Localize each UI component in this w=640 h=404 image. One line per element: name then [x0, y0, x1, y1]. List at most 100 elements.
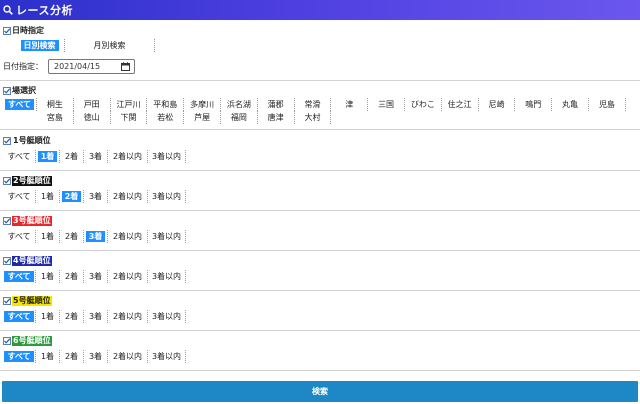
- rank-option[interactable]: 2着: [60, 230, 84, 243]
- venue-option[interactable]: 平和島: [147, 98, 185, 111]
- boat-section-label: 4号艇順位: [12, 256, 52, 266]
- venue-option[interactable]: 芦屋: [184, 111, 221, 124]
- venue-option-label: 常滑: [304, 100, 321, 109]
- rank-option[interactable]: 3着以内: [148, 310, 186, 323]
- rank-option[interactable]: 3着以内: [148, 230, 186, 243]
- boat-section-title: 6号艇順位: [3, 336, 52, 346]
- checkbox-icon: [3, 86, 11, 95]
- venue-option[interactable]: 住之江: [442, 98, 479, 111]
- rank-option[interactable]: 2着: [60, 350, 84, 363]
- rank-option[interactable]: 2着以内: [108, 350, 148, 363]
- rank-option-label: 3着以内: [151, 352, 182, 361]
- tab-date-mode[interactable]: 日別検索: [15, 39, 65, 52]
- venue-option[interactable]: 常滑: [295, 98, 332, 111]
- rank-option[interactable]: 3着: [84, 350, 108, 363]
- rank-option[interactable]: 2着: [60, 310, 84, 323]
- venue-row-1: すべて 桐生 戸田 江戸川 平和島 多摩川 浜名湖 蒲郡 常滑 津 三国 びわこ 住之江 尼崎 鳴門 丸亀 児島: [3, 98, 626, 111]
- date-input[interactable]: 2021/04/15: [48, 59, 135, 74]
- rank-option[interactable]: 1着: [36, 350, 60, 363]
- rank-option[interactable]: すべて: [3, 310, 36, 323]
- venue-option[interactable]: 唐津: [258, 111, 295, 124]
- rank-option-label: 1着: [37, 151, 58, 162]
- rank-option[interactable]: 3着以内: [148, 350, 186, 363]
- venue-option[interactable]: 丸亀: [552, 98, 589, 111]
- rank-option[interactable]: 1着: [36, 310, 60, 323]
- rank-option[interactable]: 2着以内: [108, 150, 148, 163]
- rank-option-label: すべて: [4, 271, 34, 282]
- divider: [0, 330, 640, 331]
- venue-option[interactable]: すべて: [3, 98, 37, 111]
- venue-option[interactable]: 多摩川: [184, 98, 221, 111]
- venue-option-label: びわこ: [410, 100, 435, 109]
- rank-option[interactable]: 1着: [36, 150, 60, 163]
- rank-option[interactable]: 3着: [84, 150, 108, 163]
- rank-option[interactable]: すべて: [3, 190, 36, 203]
- rank-option[interactable]: 2着: [60, 190, 84, 203]
- rank-option-label: すべて: [4, 351, 34, 362]
- rank-option[interactable]: 3着: [84, 190, 108, 203]
- rank-option[interactable]: 2着以内: [108, 230, 148, 243]
- rank-option-label: 3着以内: [151, 272, 182, 281]
- venue-option[interactable]: 桐生: [37, 98, 74, 111]
- venue-option[interactable]: 児島: [589, 98, 626, 111]
- venue-option[interactable]: 尼崎: [479, 98, 516, 111]
- rank-option-label: すべて: [7, 232, 31, 241]
- rank-option-label: 2着以内: [112, 152, 143, 161]
- rank-option[interactable]: 3着以内: [148, 190, 186, 203]
- venue-option[interactable]: 浜名湖: [221, 98, 258, 111]
- tab-date-mode[interactable]: 月別検索: [65, 39, 155, 52]
- divider: [0, 170, 640, 171]
- rank-option-label: すべて: [7, 192, 31, 201]
- rank-option[interactable]: 2着: [60, 150, 84, 163]
- divider: [0, 129, 640, 130]
- rank-option[interactable]: 1着: [36, 190, 60, 203]
- search-button[interactable]: 検索: [2, 381, 638, 402]
- date-value: 2021/04/15: [54, 62, 101, 71]
- divider: [0, 370, 640, 371]
- rank-option[interactable]: 1着: [36, 230, 60, 243]
- venue-option[interactable]: 大村: [295, 111, 332, 124]
- venue-option[interactable]: びわこ: [405, 98, 442, 111]
- rank-option-label: 1着: [40, 232, 55, 241]
- rank-option[interactable]: 3着以内: [148, 270, 186, 283]
- venue-option[interactable]: 下関: [111, 111, 148, 124]
- rank-option-label: 3着: [88, 192, 103, 201]
- rank-option[interactable]: 2着以内: [108, 270, 148, 283]
- venue-option[interactable]: 蒲郡: [258, 98, 295, 111]
- rank-option[interactable]: 3着: [84, 310, 108, 323]
- boat-section-label: 2号艇順位: [12, 176, 52, 186]
- rank-option[interactable]: 2着以内: [108, 310, 148, 323]
- rank-option[interactable]: 3着以内: [148, 150, 186, 163]
- rank-option[interactable]: 2着以内: [108, 190, 148, 203]
- boat-section-label: 1号艇順位: [13, 136, 51, 145]
- venue-option[interactable]: 戸田: [74, 98, 111, 111]
- rank-option[interactable]: すべて: [3, 230, 36, 243]
- venue-option-label: 尼崎: [488, 100, 505, 109]
- rank-option[interactable]: すべて: [3, 150, 36, 163]
- rank-option[interactable]: 3着: [84, 230, 108, 243]
- rank-option-label: 3着以内: [151, 192, 182, 201]
- venue-option[interactable]: 江戸川: [111, 98, 148, 111]
- rank-option[interactable]: すべて: [3, 270, 36, 283]
- venue-option[interactable]: 鳴門: [515, 98, 553, 111]
- rank-option[interactable]: 1着: [36, 270, 60, 283]
- venue-option[interactable]: 若松: [147, 111, 185, 124]
- boat-section-title: 4号艇順位: [3, 256, 52, 266]
- rank-option[interactable]: すべて: [3, 350, 36, 363]
- venue-option[interactable]: 福岡: [221, 111, 258, 124]
- venue-option-label: 三国: [378, 100, 395, 109]
- venue-option-label: 浜名湖: [226, 100, 251, 109]
- divider: [0, 290, 640, 291]
- venue-option[interactable]: 津: [331, 98, 369, 111]
- rank-option-label: 2着: [64, 312, 79, 321]
- rank-option-label: すべて: [4, 311, 34, 322]
- venue-option[interactable]: 徳山: [74, 111, 111, 124]
- rank-option-label: 2着: [64, 272, 79, 281]
- venue-option[interactable]: 宮島: [37, 111, 74, 124]
- rank-option[interactable]: 2着: [60, 270, 84, 283]
- calendar-icon[interactable]: [121, 62, 130, 71]
- page-title: レース分析: [16, 4, 73, 17]
- rank-option[interactable]: 3着: [84, 270, 108, 283]
- venue-option[interactable]: 三国: [368, 98, 405, 111]
- venue-option-label: 戸田: [83, 100, 100, 109]
